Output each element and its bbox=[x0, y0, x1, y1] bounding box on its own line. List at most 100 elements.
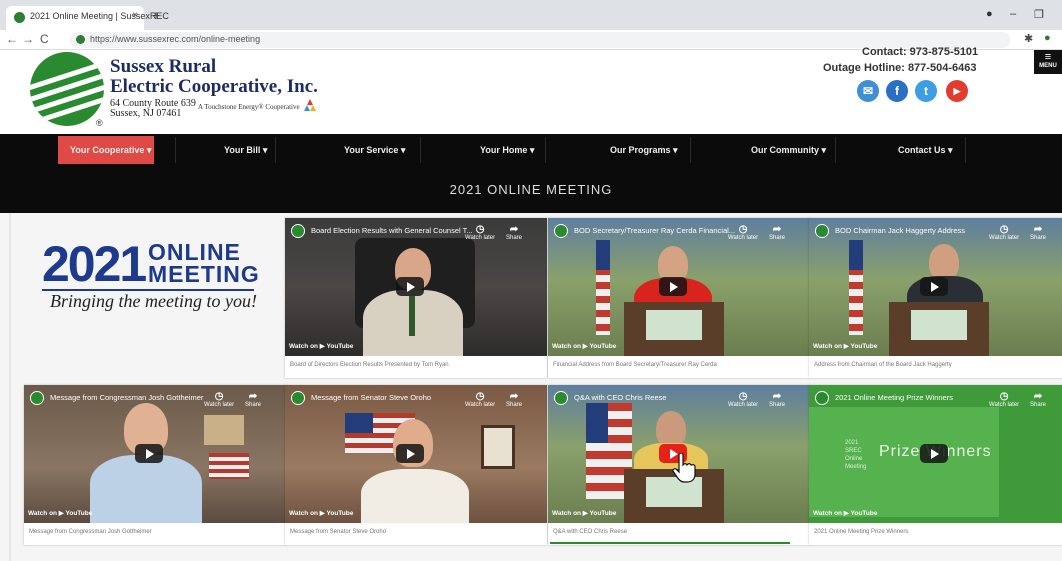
video-thumbnail[interactable]: BOD Chairman Jack Haggerty Address ◷ Watc… bbox=[809, 218, 1062, 356]
play-button-icon[interactable] bbox=[659, 277, 687, 296]
channel-avatar-icon[interactable] bbox=[815, 224, 829, 238]
video-caption: Q&A with CEO Chris Reese bbox=[553, 529, 628, 535]
nav-our-community[interactable]: Our Community ▾ bbox=[751, 134, 826, 166]
channel-avatar-icon[interactable] bbox=[291, 391, 305, 405]
video-thumbnail[interactable]: Board Election Results with General Coun… bbox=[285, 218, 547, 356]
contact-phone[interactable]: Contact: 973-875-5101 bbox=[862, 46, 978, 58]
facebook-icon[interactable]: f bbox=[886, 80, 908, 102]
video-thumbnail[interactable]: BOD Secretary/Treasurer Ray Cerda Financ… bbox=[548, 218, 810, 356]
forward-icon[interactable]: → bbox=[22, 32, 34, 46]
video-caption: Message from Congressman Josh Gottheimer bbox=[29, 529, 152, 535]
channel-avatar-icon[interactable] bbox=[554, 391, 568, 405]
play-button-icon[interactable] bbox=[396, 444, 424, 463]
video-title[interactable]: Board Election Results with General Coun… bbox=[311, 226, 481, 235]
watch-on-youtube-link[interactable]: Watch on ▶ YouTube bbox=[813, 342, 877, 350]
video-title[interactable]: BOD Chairman Jack Haggerty Address bbox=[835, 226, 1005, 235]
url-text: https://www.sussexrec.com/online-meeting bbox=[90, 34, 261, 44]
video-card[interactable]: BOD Secretary/Treasurer Ray Cerda Financ… bbox=[548, 218, 810, 378]
video-title[interactable]: BOD Secretary/Treasurer Ray Cerda Financ… bbox=[574, 226, 744, 235]
share-button[interactable]: ➦ Share bbox=[506, 224, 522, 241]
watch-later-button[interactable]: ◷ Watch later bbox=[204, 391, 234, 408]
watch-later-button[interactable]: ◷ Watch later bbox=[728, 224, 758, 241]
outage-hotline[interactable]: Outage Hotline: 877-504-6463 bbox=[823, 62, 976, 74]
hero-word-meeting: MEETING bbox=[148, 261, 260, 287]
share-button[interactable]: ➦ Share bbox=[769, 224, 785, 241]
nav-your-home[interactable]: Your Home ▾ bbox=[480, 134, 534, 166]
video-card[interactable]: 2021 SREC Online Meeting Prize Winners 2… bbox=[809, 385, 1062, 545]
email-icon[interactable]: ✉ bbox=[857, 80, 879, 102]
video-thumbnail[interactable]: Message from Senator Steve Oroho ◷ Watch … bbox=[285, 385, 547, 523]
nav-our-programs[interactable]: Our Programs ▾ bbox=[610, 134, 678, 166]
close-tab-icon[interactable]: × bbox=[132, 10, 138, 21]
account-icon[interactable]: ● bbox=[986, 8, 993, 20]
watch-on-youtube-link[interactable]: Watch on ▶ YouTube bbox=[552, 342, 616, 350]
org-name-line1: Sussex Rural bbox=[110, 56, 217, 77]
share-button[interactable]: ➦ Share bbox=[1030, 391, 1046, 408]
menu-button[interactable]: ≡ MENU bbox=[1034, 50, 1062, 74]
clock-icon: ◷ bbox=[999, 224, 1009, 235]
watch-later-button[interactable]: ◷ Watch later bbox=[989, 224, 1019, 241]
share-button[interactable]: ➦ Share bbox=[506, 391, 522, 408]
video-caption: 2021 Online Meeting Prize Winners bbox=[814, 529, 909, 535]
video-card[interactable]: Board Election Results with General Coun… bbox=[285, 218, 547, 378]
watch-later-button[interactable]: ◷ Watch later bbox=[989, 391, 1019, 408]
minimize-icon[interactable]: – bbox=[1010, 8, 1016, 20]
reload-icon[interactable]: C bbox=[40, 32, 49, 46]
video-thumbnail[interactable]: 2021 SREC Online Meeting Prize Winners 2… bbox=[809, 385, 1062, 523]
main-content: 2021 ONLINE MEETING Bringing the meeting… bbox=[0, 213, 1062, 561]
watch-on-youtube-link[interactable]: Watch on ▶ YouTube bbox=[552, 509, 616, 517]
channel-avatar-icon[interactable] bbox=[815, 391, 829, 405]
extensions-icon[interactable]: ✱ bbox=[1024, 32, 1033, 45]
site-header: ® Sussex Rural Electric Cooperative, Inc… bbox=[0, 46, 1062, 134]
video-card[interactable]: Q&A with CEO Chris Reese ◷ Watch later ➦ S… bbox=[548, 385, 810, 545]
watch-on-youtube-link[interactable]: Watch on ▶ YouTube bbox=[813, 509, 877, 517]
video-title[interactable]: 2021 Online Meeting Prize Winners bbox=[835, 393, 1005, 402]
share-icon: ➦ bbox=[772, 391, 782, 402]
video-card[interactable]: Message from Senator Steve Oroho ◷ Watch … bbox=[285, 385, 547, 545]
video-title[interactable]: Message from Senator Steve Oroho bbox=[311, 393, 481, 402]
share-icon: ➦ bbox=[509, 391, 519, 402]
video-thumbnail[interactable]: Q&A with CEO Chris Reese ◷ Watch later ➦ S… bbox=[548, 385, 810, 523]
cooperative-logo-icon[interactable] bbox=[30, 52, 104, 126]
nav-your-bill[interactable]: Your Bill ▾ bbox=[224, 134, 267, 166]
video-card[interactable]: Message from Congressman Josh Gottheimer… bbox=[24, 385, 286, 545]
video-title[interactable]: Message from Congressman Josh Gottheimer bbox=[50, 393, 220, 402]
watch-later-button[interactable]: ◷ Watch later bbox=[728, 391, 758, 408]
clock-icon: ◷ bbox=[738, 224, 748, 235]
back-icon[interactable]: ← bbox=[6, 32, 18, 46]
watch-later-button[interactable]: ◷ Watch later bbox=[465, 224, 495, 241]
video-title[interactable]: Q&A with CEO Chris Reese bbox=[574, 393, 744, 402]
profile-icon[interactable]: ● bbox=[1044, 32, 1051, 44]
channel-avatar-icon[interactable] bbox=[30, 391, 44, 405]
menu-label: MENU bbox=[1039, 63, 1057, 69]
channel-avatar-icon[interactable] bbox=[554, 224, 568, 238]
play-button-icon[interactable] bbox=[920, 444, 948, 463]
play-button-icon[interactable] bbox=[920, 277, 948, 296]
channel-avatar-icon[interactable] bbox=[291, 224, 305, 238]
play-button-icon[interactable] bbox=[135, 444, 163, 463]
nav-your-service[interactable]: Your Service ▾ bbox=[344, 134, 405, 166]
clock-icon: ◷ bbox=[999, 391, 1009, 402]
video-card[interactable]: BOD Chairman Jack Haggerty Address ◷ Watc… bbox=[809, 218, 1062, 378]
browser-tab[interactable]: 2021 Online Meeting | SussexREC × bbox=[6, 6, 169, 30]
watch-later-button[interactable]: ◷ Watch later bbox=[465, 391, 495, 408]
hamburger-icon: ≡ bbox=[1044, 51, 1052, 63]
youtube-icon[interactable]: ▶ bbox=[946, 80, 968, 102]
page-title: 2021 ONLINE MEETING bbox=[449, 182, 613, 197]
nav-contact-us[interactable]: Contact Us ▾ bbox=[898, 134, 953, 166]
share-button[interactable]: ➦ Share bbox=[245, 391, 261, 408]
watch-on-youtube-link[interactable]: Watch on ▶ YouTube bbox=[289, 509, 353, 517]
new-tab-icon[interactable]: + bbox=[152, 7, 160, 23]
restore-icon[interactable]: ❐ bbox=[1034, 8, 1044, 21]
watch-on-youtube-link[interactable]: Watch on ▶ YouTube bbox=[289, 342, 353, 350]
hero-tagline: Bringing the meeting to you! bbox=[50, 291, 257, 311]
video-thumbnail[interactable]: Message from Congressman Josh Gottheimer… bbox=[24, 385, 286, 523]
play-button-icon[interactable] bbox=[396, 277, 424, 296]
watch-on-youtube-link[interactable]: Watch on ▶ YouTube bbox=[28, 509, 92, 517]
twitter-icon[interactable]: t bbox=[915, 80, 937, 102]
share-button[interactable]: ➦ Share bbox=[769, 391, 785, 408]
share-button[interactable]: ➦ Share bbox=[1030, 224, 1046, 241]
share-icon: ➦ bbox=[772, 224, 782, 235]
site-info-icon[interactable] bbox=[76, 35, 85, 44]
nav-your-cooperative[interactable]: Your Cooperative ▾ bbox=[70, 134, 151, 166]
